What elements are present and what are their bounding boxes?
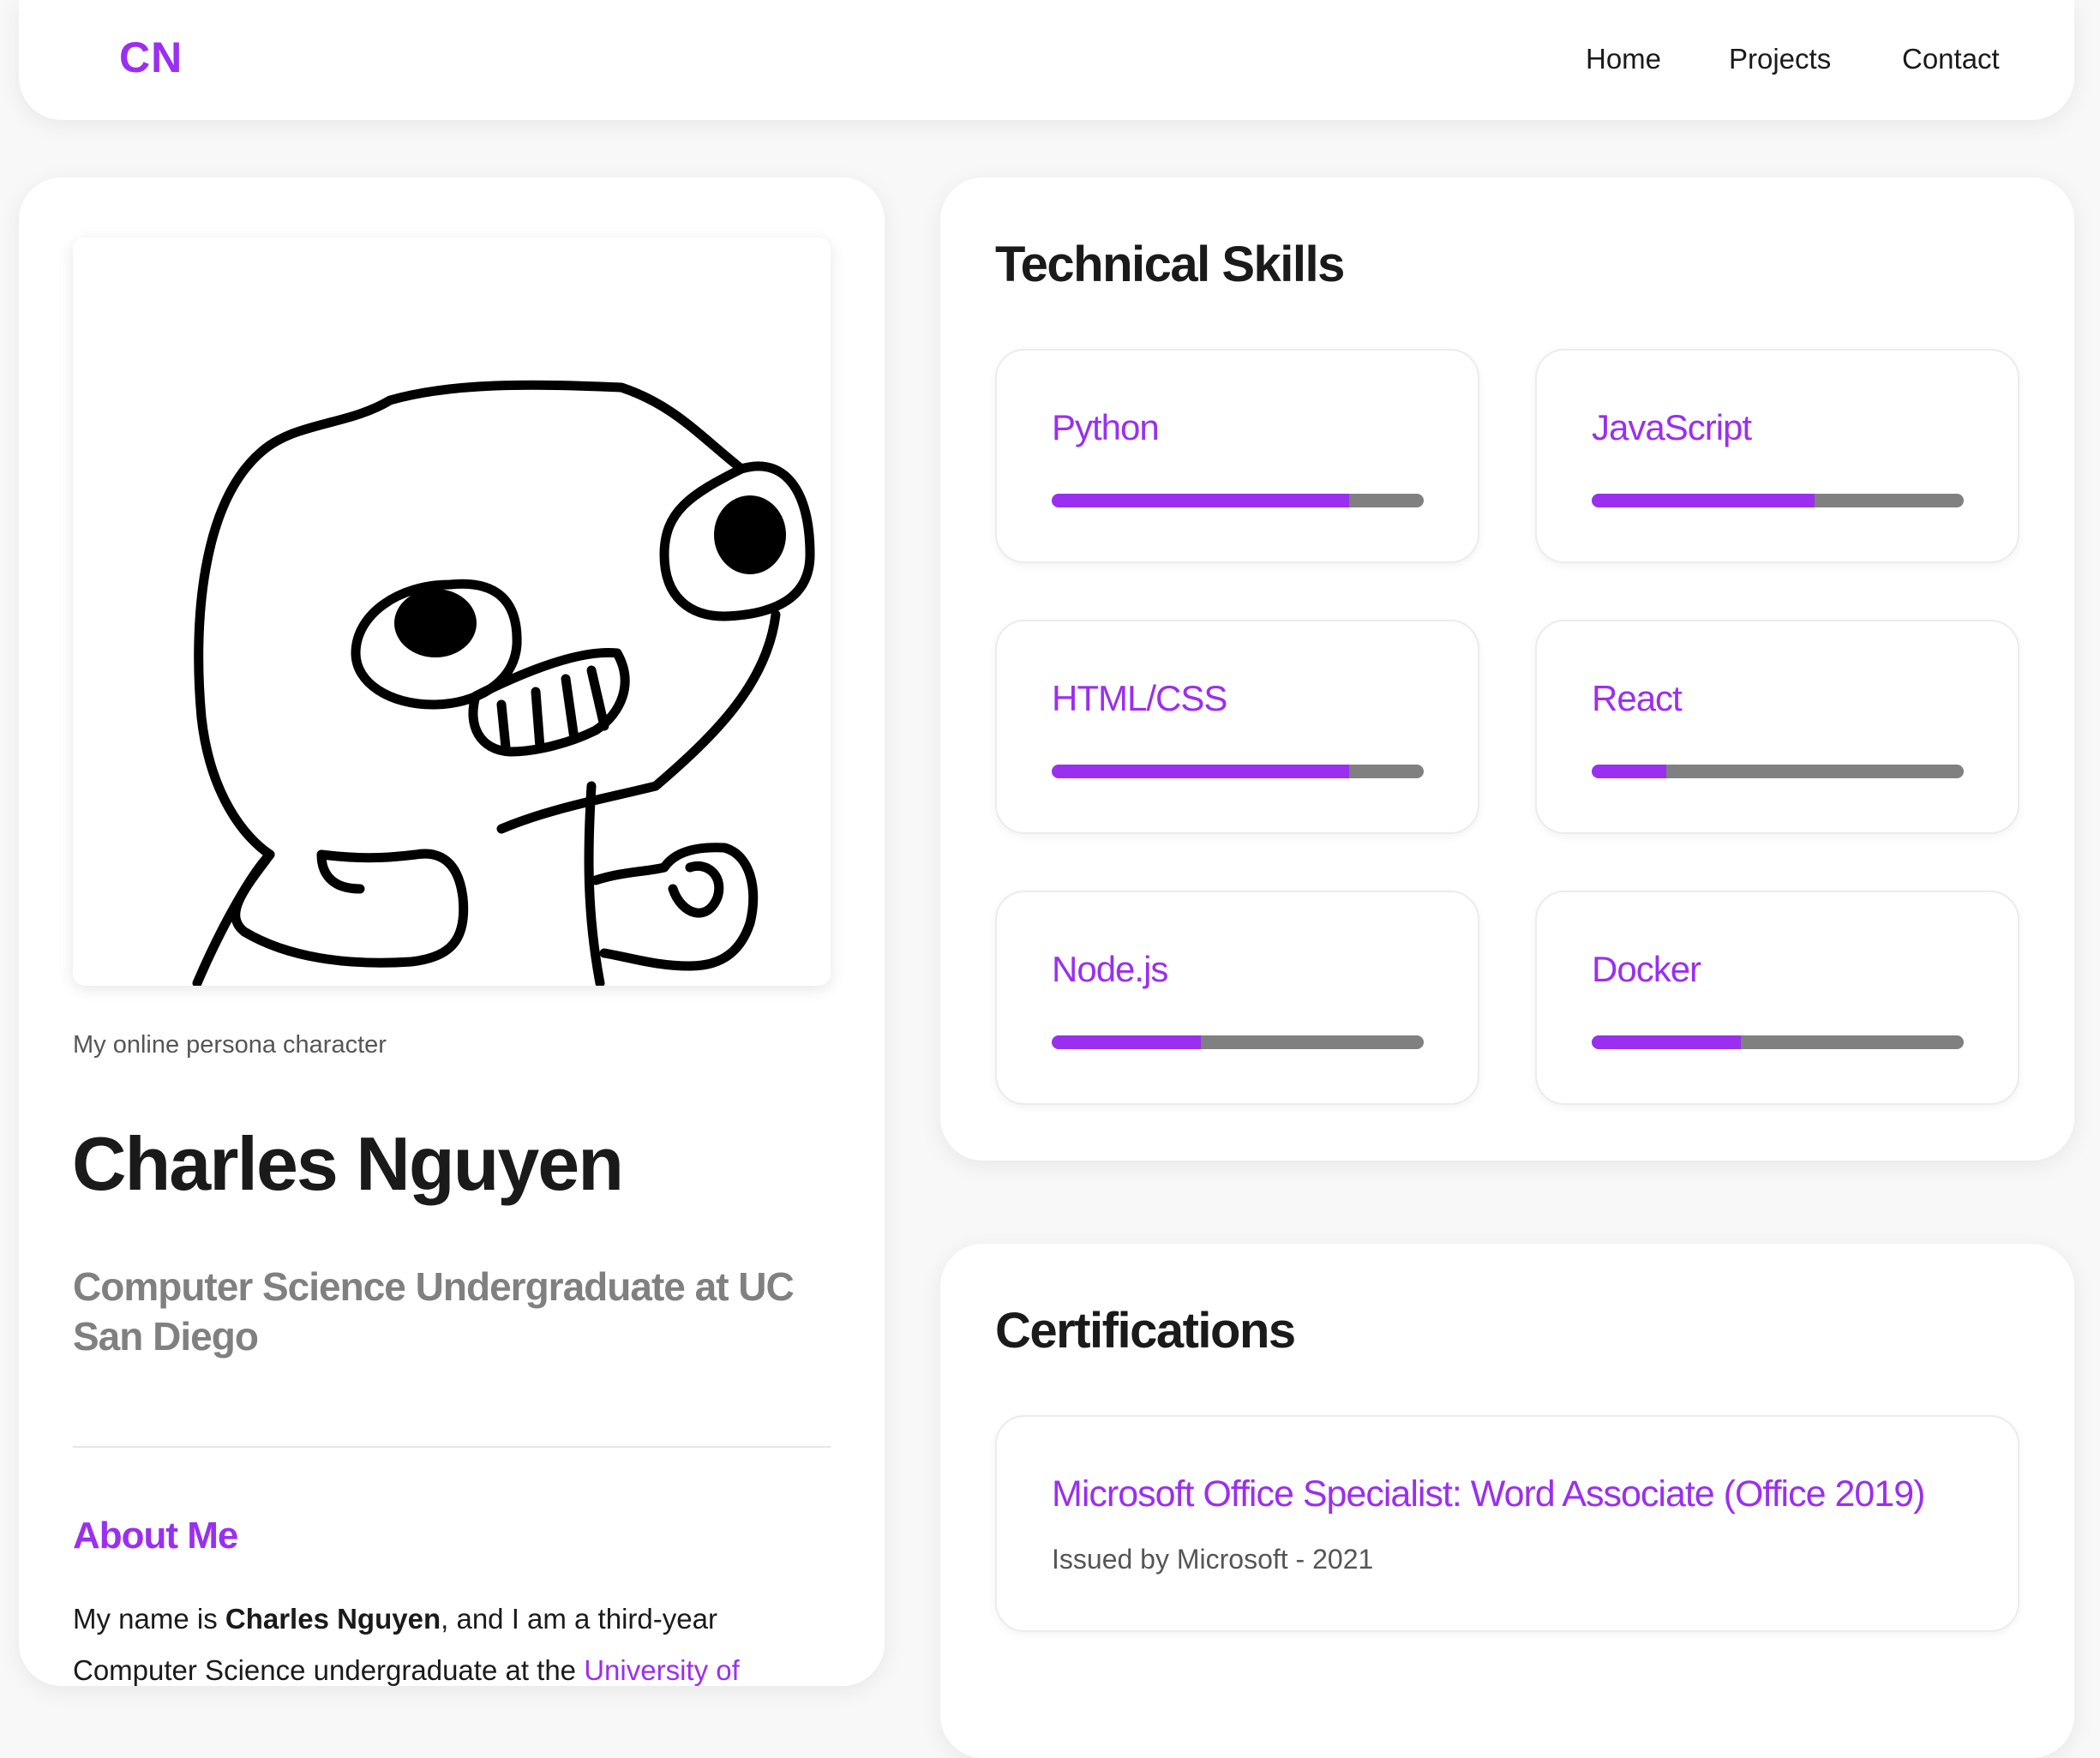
technical-skills-heading: Technical Skills	[995, 237, 1345, 292]
skill-name: JavaScript	[1592, 407, 1752, 447]
skill-progress-bar	[1052, 765, 1424, 778]
about-text-prefix: My name is	[73, 1603, 225, 1635]
skill-progress-bar	[1052, 1035, 1424, 1049]
about-text-middle: , and I am a third-year	[441, 1603, 717, 1635]
skill-name: Python	[1052, 407, 1160, 447]
skill-progress-fill	[1592, 1035, 1741, 1049]
persona-avatar-image	[73, 237, 831, 986]
section-divider	[73, 1446, 831, 1448]
about-text-name: Charles Nguyen	[225, 1603, 441, 1635]
certifications-card: Certifications Microsoft Office Speciali…	[940, 1244, 2074, 1758]
skill-name: Node.js	[1052, 949, 1168, 989]
site-header: CN Home Projects Contact	[19, 0, 2074, 120]
profile-name: Charles Nguyen	[72, 1121, 624, 1206]
skill-progress-fill	[1052, 494, 1350, 507]
skill-card-html-css: HTML/CSS	[995, 620, 1479, 834]
skill-name: HTML/CSS	[1052, 678, 1227, 718]
technical-skills-card: Technical Skills Python JavaScript HTML/…	[940, 177, 2074, 1161]
skill-card-javascript: JavaScript	[1535, 349, 2019, 563]
university-link[interactable]: University of	[584, 1654, 740, 1686]
certification-name: Microsoft Office Specialist: Word Associ…	[1052, 1473, 1925, 1515]
certification-item: Microsoft Office Specialist: Word Associ…	[995, 1415, 2019, 1632]
about-me-heading: About Me	[73, 1515, 238, 1557]
skill-progress-fill	[1592, 765, 1666, 778]
nav-projects-link[interactable]: Projects	[1729, 43, 1831, 75]
nav-home-link[interactable]: Home	[1586, 43, 1661, 75]
certification-issuer: Issued by Microsoft - 2021	[1052, 1544, 1374, 1575]
about-text-line2: Computer Science undergraduate at the	[73, 1654, 585, 1686]
profile-subtitle: Computer Science Undergraduate at UC San…	[73, 1264, 795, 1359]
about-me-text: My name is Charles Nguyen, and I am a th…	[73, 1593, 831, 1696]
skill-progress-fill	[1052, 765, 1350, 778]
skill-card-react: React	[1535, 620, 2019, 834]
site-logo[interactable]: CN	[119, 33, 183, 82]
skill-card-docker: Docker	[1535, 891, 2019, 1105]
nav-contact-link[interactable]: Contact	[1902, 43, 2000, 75]
profile-card: My online persona character Charles Nguy…	[19, 177, 885, 1686]
skill-name: React	[1592, 678, 1683, 718]
skill-progress-bar	[1592, 494, 1964, 507]
skill-name: Docker	[1592, 949, 1701, 989]
skill-progress-bar	[1592, 765, 1964, 778]
skill-progress-bar	[1592, 1035, 1964, 1049]
avatar-caption: My online persona character	[73, 1031, 387, 1059]
skill-progress-fill	[1052, 1035, 1201, 1049]
persona-character-drawing	[192, 380, 815, 986]
skill-progress-bar	[1052, 494, 1424, 507]
certifications-heading: Certifications	[995, 1303, 1296, 1359]
skill-card-nodejs: Node.js	[995, 891, 1479, 1105]
skill-progress-fill	[1592, 494, 1815, 507]
skill-card-python: Python	[995, 349, 1479, 563]
